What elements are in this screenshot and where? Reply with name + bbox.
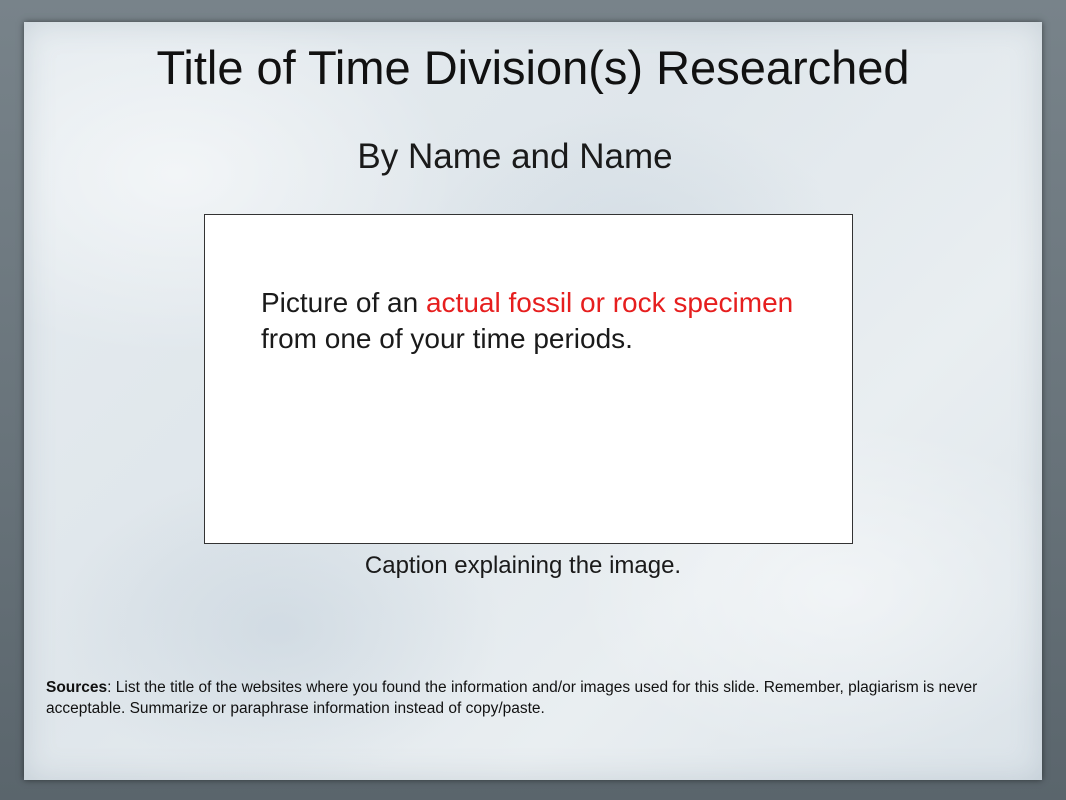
sources-label: Sources: [46, 679, 108, 696]
slide-title: Title of Time Division(s) Researched: [156, 41, 910, 94]
image-placeholder-box: Picture of an actual fossil or rock spec…: [204, 214, 853, 544]
slide-frame: Title of Time Division(s) Researched By …: [0, 0, 1066, 800]
placeholder-text-after: from one of your time periods.: [261, 323, 633, 355]
slide-subtitle: By Name and Name: [357, 137, 673, 176]
placeholder-text-before: Picture of an: [261, 287, 426, 318]
sources-note: Sources: List the title of the websites …: [46, 678, 1006, 720]
image-caption: Caption explaining the image.: [364, 552, 682, 579]
image-placeholder-text: Picture of an actual fossil or rock spec…: [261, 285, 801, 358]
sources-text: : List the title of the websites where y…: [46, 679, 978, 717]
placeholder-text-highlight: actual fossil or rock specimen: [425, 287, 794, 318]
